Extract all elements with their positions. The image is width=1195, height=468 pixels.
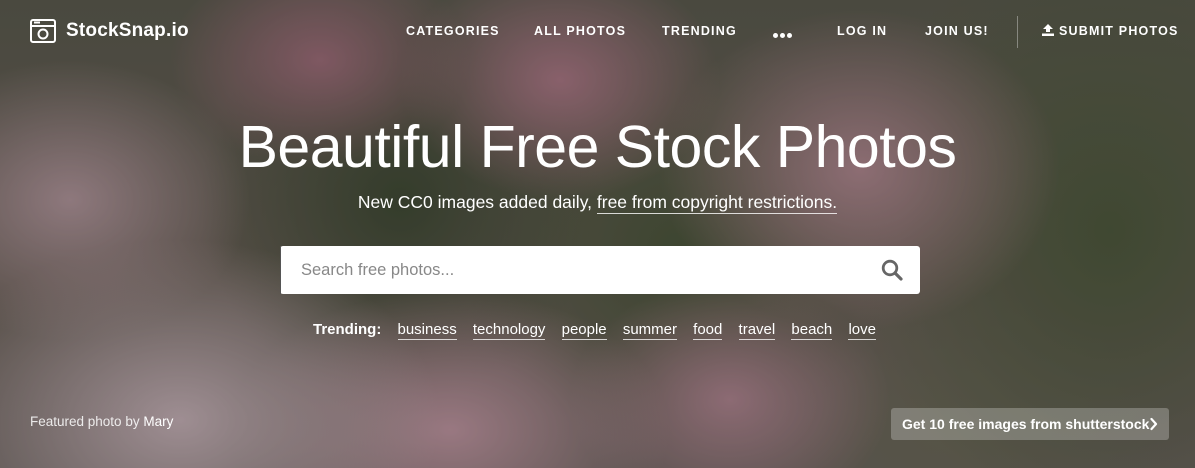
promo-label: Get 10 free images from shutterstock <box>902 416 1150 432</box>
search-bar <box>280 246 920 294</box>
submit-photos-label: SUBMIT PHOTOS <box>1059 24 1179 38</box>
nav-divider <box>1017 16 1018 48</box>
trending-tag[interactable]: business <box>397 321 457 340</box>
search-icon <box>881 259 903 281</box>
trending-tag[interactable]: people <box>561 321 607 340</box>
more-dots-icon[interactable] <box>773 25 797 39</box>
upload-icon <box>1042 24 1054 36</box>
featured-prefix: Featured photo by <box>30 414 144 429</box>
nav-join[interactable]: JOIN US! <box>925 24 989 38</box>
main-nav: CATEGORIES ALL PHOTOS TRENDING LOG IN JO… <box>0 16 1195 48</box>
featured-author-link[interactable]: Mary <box>143 414 173 429</box>
page-title: Beautiful Free Stock Photos <box>238 114 957 180</box>
search-button[interactable] <box>864 246 920 294</box>
trending-label: Trending: <box>313 321 382 338</box>
trending-tag[interactable]: summer <box>622 321 677 340</box>
trending-tag[interactable]: travel <box>738 321 776 340</box>
shutterstock-promo-button[interactable]: Get 10 free images from shutterstock <box>891 408 1169 440</box>
featured-credit: Featured photo by Mary <box>30 414 173 429</box>
trending-tag[interactable]: love <box>848 321 876 340</box>
search-input[interactable] <box>280 246 864 294</box>
chevron-right-icon <box>1150 417 1158 431</box>
subtitle-text: New CC0 images added daily, <box>357 192 597 212</box>
background-overlay <box>0 0 1195 468</box>
nav-submit-photos[interactable]: SUBMIT PHOTOS <box>1042 24 1179 38</box>
nav-all-photos[interactable]: ALL PHOTOS <box>534 24 626 38</box>
copyright-link[interactable]: free from copyright restrictions. <box>596 192 838 214</box>
nav-categories[interactable]: CATEGORIES <box>406 24 500 38</box>
hero-section: StockSnap.io CATEGORIES ALL PHOTOS TREND… <box>0 0 1195 468</box>
trending-tags: Trending: business technology people sum… <box>0 321 1195 340</box>
trending-tag[interactable]: technology <box>472 321 546 340</box>
trending-tag[interactable]: beach <box>791 321 833 340</box>
nav-login[interactable]: LOG IN <box>837 24 887 38</box>
nav-trending[interactable]: TRENDING <box>662 24 737 38</box>
trending-tag[interactable]: food <box>693 321 723 340</box>
subtitle: New CC0 images added daily, free from co… <box>0 192 1195 214</box>
